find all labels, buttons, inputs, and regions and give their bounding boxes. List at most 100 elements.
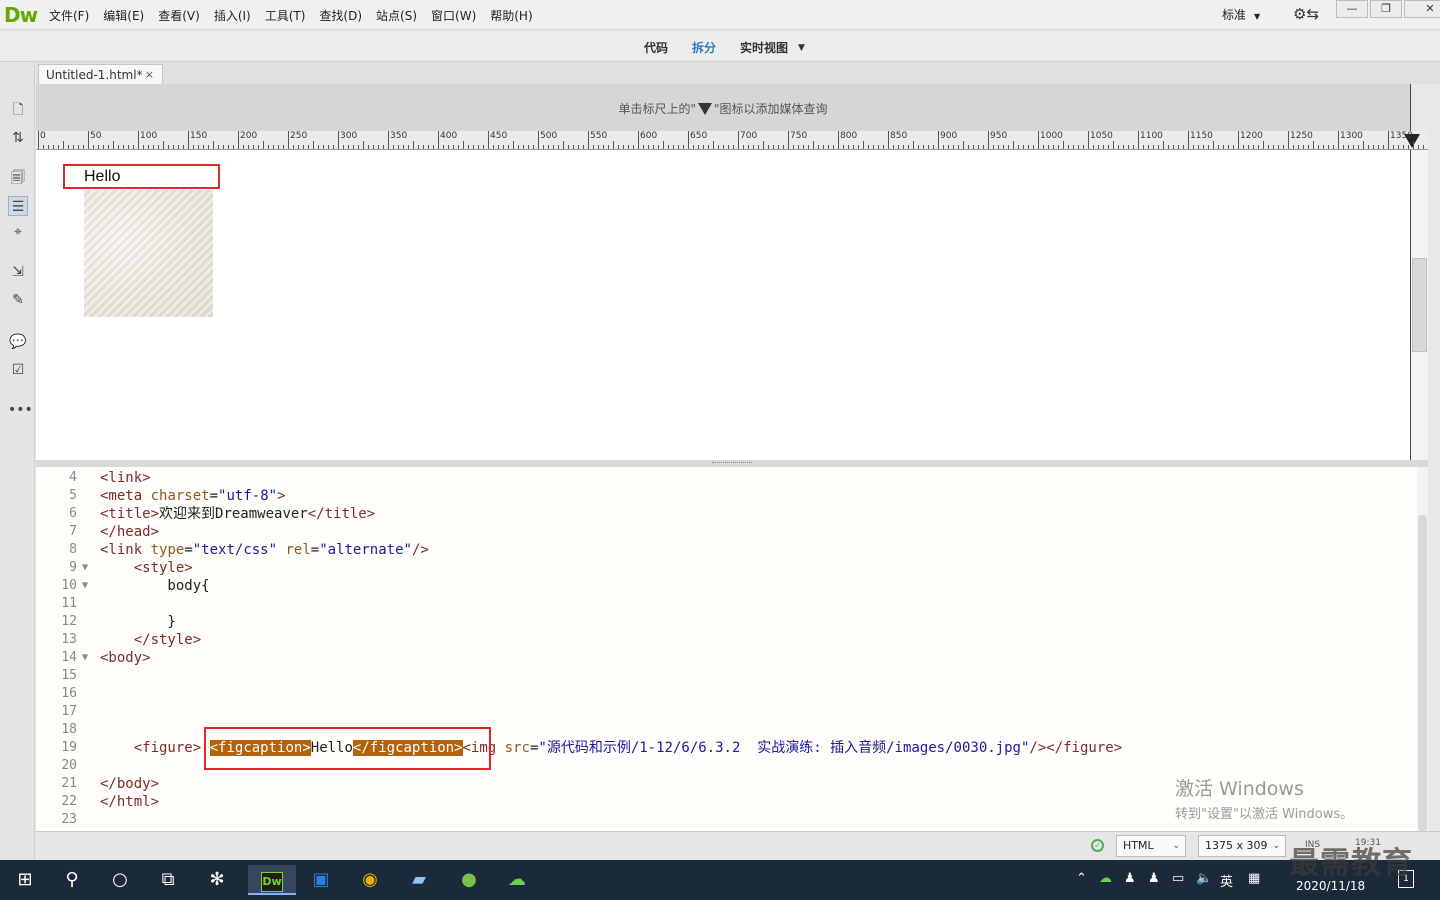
- figure-image[interactable]: [84, 190, 213, 317]
- code-text[interactable]: }: [100, 613, 175, 631]
- code-text[interactable]: </style>: [100, 631, 201, 649]
- menu-item[interactable]: 查看(V): [151, 7, 207, 24]
- menu-item[interactable]: 文件(F): [42, 7, 96, 24]
- search-icon[interactable]: ⚲: [57, 865, 87, 895]
- notepad-icon[interactable]: ▰: [404, 865, 434, 895]
- split-view-button[interactable]: 拆分: [692, 39, 716, 56]
- code-line[interactable]: 8 <link type="text/css" rel="alternate"/>: [36, 541, 1417, 559]
- fold-toggle-icon[interactable]: ▼: [82, 649, 88, 667]
- menu-item[interactable]: 插入(I): [207, 7, 258, 24]
- ime-grid-icon[interactable]: ▦: [1248, 871, 1260, 886]
- code-line[interactable]: 10 ▼ body{: [36, 577, 1417, 595]
- ruler-subtick: [1293, 145, 1294, 149]
- code-line[interactable]: 15: [36, 667, 1417, 685]
- code-line[interactable]: 12 }: [36, 613, 1417, 631]
- code-line[interactable]: 11: [36, 595, 1417, 613]
- sync-settings-icon[interactable]: ⚙⇆: [1293, 5, 1319, 23]
- code-text[interactable]: body{: [100, 577, 209, 595]
- network-icon[interactable]: ▭: [1172, 871, 1184, 886]
- tray-expand-icon[interactable]: ⌃: [1076, 871, 1087, 886]
- cortana-icon[interactable]: ○: [105, 865, 135, 895]
- volume-icon[interactable]: 🔈: [1196, 871, 1212, 886]
- code-text[interactable]: </html>: [100, 793, 159, 811]
- ruler-subtick: [778, 145, 779, 149]
- code-text[interactable]: </body>: [100, 775, 159, 793]
- chrome-icon[interactable]: ◉: [355, 865, 385, 895]
- scrollbar-thumb[interactable]: [1418, 515, 1427, 831]
- dreamweaver-taskbar-icon[interactable]: Dw: [248, 865, 296, 895]
- code-text[interactable]: <meta charset="utf-8">: [100, 487, 286, 505]
- code-line[interactable]: 7 </head>: [36, 523, 1417, 541]
- code-line[interactable]: 9 ▼ <style>: [36, 559, 1417, 577]
- format-source-icon[interactable]: ☰: [8, 196, 28, 216]
- live-view-button[interactable]: 实时视图: [740, 39, 788, 56]
- code-line[interactable]: 14 ▼ <body>: [36, 649, 1417, 667]
- menu-item[interactable]: 查找(D): [312, 7, 369, 24]
- menu-item[interactable]: 帮助(H): [483, 7, 539, 24]
- code-text[interactable]: <body>: [100, 649, 151, 667]
- design-view[interactable]: Hello: [36, 150, 1410, 460]
- comment-icon[interactable]: 💬: [8, 332, 28, 352]
- ruler-subtick: [733, 145, 734, 149]
- code-text[interactable]: <link type="text/css" rel="alternate"/>: [100, 541, 429, 559]
- inspect-icon[interactable]: ⌖: [8, 222, 28, 242]
- wechat-icon[interactable]: ☁: [502, 865, 532, 895]
- menu-item[interactable]: 站点(S): [369, 7, 424, 24]
- tab-untitled-1[interactable]: Untitled-1.html* ×: [38, 64, 163, 85]
- file-management-icon[interactable]: ⇅: [8, 128, 28, 148]
- open-documents-icon[interactable]: 🗋: [8, 100, 28, 120]
- code-text[interactable]: <title>欢迎来到Dreamweaver</title>: [100, 505, 375, 523]
- qq-tray-icon-2[interactable]: ♟: [1148, 871, 1160, 886]
- code-line[interactable]: 4 <link>: [36, 469, 1417, 487]
- ruler-subtick: [668, 145, 669, 149]
- ruler-tick: [488, 131, 489, 149]
- qq-tray-icon[interactable]: ♟: [1124, 871, 1136, 886]
- validate-icon[interactable]: ☑: [8, 360, 28, 380]
- ruler-subtick: [1093, 145, 1094, 149]
- split-divider[interactable]: [36, 460, 1428, 467]
- melon-app-icon[interactable]: ●: [454, 865, 484, 895]
- code-line[interactable]: 13 </style>: [36, 631, 1417, 649]
- restore-button[interactable]: ❐: [1370, 0, 1402, 18]
- code-line[interactable]: 5 <meta charset="utf-8">: [36, 487, 1417, 505]
- menu-item[interactable]: 窗口(W): [424, 7, 483, 24]
- menu-item[interactable]: 工具(T): [258, 7, 313, 24]
- code-line[interactable]: 17: [36, 703, 1417, 721]
- code-text[interactable]: </head>: [100, 523, 159, 541]
- more-icon[interactable]: •••: [8, 400, 33, 420]
- expand-collapse-icon[interactable]: ⇲: [8, 262, 28, 282]
- ruler-subtick: [1163, 141, 1164, 149]
- line-number: 21: [61, 776, 77, 791]
- code-line[interactable]: 16: [36, 685, 1417, 703]
- menu-item[interactable]: 编辑(E): [96, 7, 151, 24]
- wechat-tray-icon[interactable]: ☁: [1099, 871, 1112, 886]
- fold-toggle-icon[interactable]: ▼: [82, 559, 88, 577]
- pinwheel-app-icon[interactable]: ✻: [202, 865, 232, 895]
- media-query-bar[interactable]: 单击标尺上的" "图标以添加媒体查询: [36, 84, 1410, 131]
- scrollbar-thumb[interactable]: [1412, 258, 1427, 352]
- close-tab-icon[interactable]: ×: [145, 65, 154, 85]
- splitter-grip[interactable]: [712, 462, 752, 464]
- code-scrollbar[interactable]: [1417, 467, 1428, 831]
- code-text[interactable]: <style>: [100, 559, 193, 577]
- close-button[interactable]: ✕: [1404, 0, 1440, 18]
- windows-start-icon[interactable]: ⊞: [10, 865, 40, 895]
- task-view-icon[interactable]: ⧉: [153, 865, 183, 895]
- ime-indicator[interactable]: 英: [1220, 871, 1233, 890]
- doc-type-select[interactable]: HTML ⌄: [1116, 835, 1186, 857]
- live-code-icon[interactable]: 🗐: [8, 168, 28, 188]
- pen-icon[interactable]: ✎: [8, 290, 28, 310]
- minimize-button[interactable]: —: [1336, 0, 1368, 18]
- ruler-label: 300: [340, 131, 358, 141]
- workspace-switcher[interactable]: 标准 ▼: [1222, 6, 1260, 23]
- fold-toggle-icon[interactable]: ▼: [82, 577, 88, 595]
- horizontal-ruler[interactable]: 0 50 100 150 200 250 300 350 400 450 500 550 600 650 7…: [36, 131, 1428, 150]
- window-size-select[interactable]: 1375 x 309 ⌄: [1198, 835, 1286, 857]
- wps-icon[interactable]: ▣: [306, 865, 336, 895]
- design-scrollbar[interactable]: ⁝: [1409, 150, 1428, 460]
- chevron-down-icon: ⌄: [1272, 841, 1280, 851]
- code-view-button[interactable]: 代码: [644, 39, 668, 56]
- code-text[interactable]: <link>: [100, 469, 151, 487]
- chevron-down-icon[interactable]: ▼: [798, 43, 805, 53]
- code-line[interactable]: 6 <title>欢迎来到Dreamweaver</title>: [36, 505, 1417, 523]
